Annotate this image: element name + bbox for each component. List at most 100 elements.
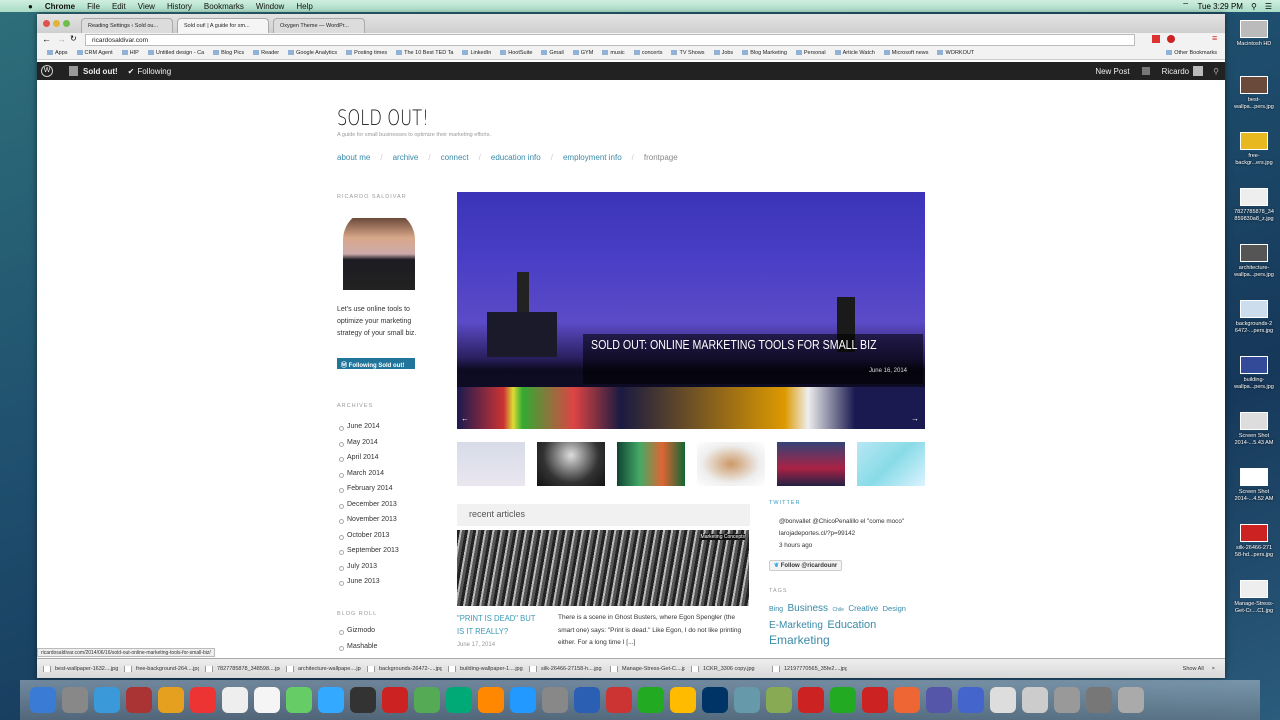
dock-app-icon[interactable] xyxy=(350,687,376,713)
dock-app-icon[interactable] xyxy=(862,687,888,713)
nav-archive[interactable]: archive xyxy=(393,153,419,162)
bookmark-apps[interactable]: Apps xyxy=(47,50,68,56)
search-icon[interactable]: ⚲ xyxy=(1213,67,1219,76)
show-all-downloads-button[interactable]: Show All xyxy=(1183,666,1204,672)
desktop-file[interactable]: free-backgr...ers.jpg xyxy=(1232,132,1276,167)
dock-app-icon[interactable] xyxy=(286,687,312,713)
bookmark[interactable]: Reader xyxy=(253,50,279,56)
back-icon[interactable]: ← xyxy=(42,34,51,44)
zoom-window-button[interactable] xyxy=(63,20,70,27)
slider-thumbnail[interactable] xyxy=(857,442,925,486)
archive-item[interactable]: April 2014 xyxy=(337,454,399,470)
desktop-file[interactable]: 7827785878_34 859830a8_z.jpg xyxy=(1232,188,1276,223)
dock-app-icon[interactable] xyxy=(958,687,984,713)
dock-app-icon[interactable] xyxy=(574,687,600,713)
nav-education-info[interactable]: education info xyxy=(491,153,541,162)
tweet-text[interactable]: @bonvallet @ChicoPenalillo el "come moco… xyxy=(779,518,904,537)
download-item[interactable]: 7827785878_348598....jpg xyxy=(199,665,280,672)
blogroll-item[interactable]: Mashable xyxy=(337,643,377,659)
dock-app-icon[interactable] xyxy=(190,687,216,713)
download-item[interactable]: best-wallpaper-1632....jpg xyxy=(37,665,118,672)
desktop-file[interactable]: Manage-Stress-Get-Cr....C1.jpg xyxy=(1232,580,1276,615)
dock-app-icon[interactable] xyxy=(766,687,792,713)
bookmark[interactable]: Blog Pics xyxy=(213,50,244,56)
dock-app-icon[interactable] xyxy=(926,687,952,713)
bookmark[interactable]: HootSuite xyxy=(500,50,532,56)
user-menu[interactable]: Ricardo xyxy=(1162,67,1190,76)
bookmark[interactable]: Posting times xyxy=(346,50,387,56)
dock-app-icon[interactable] xyxy=(510,687,536,713)
slider-prev-button[interactable]: ← xyxy=(461,414,469,423)
follow-blog-button[interactable]: Ⓦ Following Sold out! xyxy=(337,358,415,369)
download-item[interactable]: architecture-wallpape....jpg xyxy=(280,665,361,672)
tag[interactable]: Bing xyxy=(769,606,783,613)
dock-app-icon[interactable] xyxy=(446,687,472,713)
dock-app-icon[interactable] xyxy=(1086,687,1112,713)
bookmark[interactable]: Gmail xyxy=(541,50,563,56)
apple-icon[interactable]: ● xyxy=(28,2,33,11)
adblock-icon[interactable] xyxy=(1167,35,1175,43)
desktop-file[interactable]: silk-26466-271 58-hd...pers.jpg xyxy=(1232,524,1276,559)
clock[interactable]: Tue 3:29 PM xyxy=(1197,2,1243,11)
tab-reading-settings[interactable]: Reading Settings ‹ Sold ou... xyxy=(81,18,173,33)
address-bar[interactable]: ricardosaldivar.com xyxy=(85,34,1135,46)
dock-app-icon[interactable] xyxy=(62,687,88,713)
twitter-follow-button[interactable]: ❦ Follow @ricardounr xyxy=(769,560,843,571)
download-item[interactable]: free-background-264....jpg xyxy=(118,665,199,672)
nav-frontpage[interactable]: frontpage xyxy=(644,153,678,162)
slider-thumbnail[interactable] xyxy=(617,442,685,486)
dock-app-icon[interactable] xyxy=(158,687,184,713)
tag[interactable]: Chile xyxy=(833,607,844,613)
slider-next-button[interactable]: → xyxy=(911,414,919,423)
nav-employment-info[interactable]: employment info xyxy=(563,153,622,162)
bookmark[interactable]: The 10 Best TED Ta xyxy=(396,50,453,56)
chrome-menu-icon[interactable]: ≡ xyxy=(1212,33,1217,43)
nav-connect[interactable]: connect xyxy=(441,153,469,162)
minimize-window-button[interactable] xyxy=(53,20,60,27)
tag[interactable]: Creative xyxy=(848,604,878,613)
bookmark[interactable]: GYM xyxy=(573,50,594,56)
nav-about-me[interactable]: about me xyxy=(337,153,370,162)
tweet-time[interactable]: 3 hours ago xyxy=(779,542,812,549)
user-avatar[interactable] xyxy=(1193,66,1204,76)
desktop-file[interactable]: Macintosh HD xyxy=(1232,20,1276,48)
archive-item[interactable]: December 2013 xyxy=(337,501,399,517)
bookmark[interactable]: concerts xyxy=(634,50,663,56)
dock-app-icon[interactable] xyxy=(478,687,504,713)
dock-app-icon[interactable] xyxy=(1118,687,1144,713)
dock-app-icon[interactable] xyxy=(894,687,920,713)
spotlight-icon[interactable]: ⚲ xyxy=(1251,2,1257,11)
archive-item[interactable]: February 2014 xyxy=(337,485,399,501)
dock-app-icon[interactable] xyxy=(254,687,280,713)
bookmark[interactable]: Personal xyxy=(796,50,826,56)
bookmark[interactable]: CRM Agent xyxy=(77,50,113,56)
archive-item[interactable]: March 2014 xyxy=(337,470,399,486)
wifi-icon[interactable]: ⌔ xyxy=(1182,1,1190,11)
dock-app-icon[interactable] xyxy=(94,687,120,713)
menu-app[interactable]: Chrome xyxy=(45,2,75,11)
dock-app-icon[interactable] xyxy=(990,687,1016,713)
following-link[interactable]: Following xyxy=(137,67,171,76)
close-downloads-icon[interactable]: × xyxy=(1212,666,1215,672)
forward-icon[interactable]: → xyxy=(57,34,66,44)
notifications-icon[interactable]: ☰ xyxy=(1265,2,1272,11)
dock-app-icon[interactable] xyxy=(830,687,856,713)
download-item[interactable]: building-wallpaper-1....jpg xyxy=(442,665,523,672)
archive-item[interactable]: November 2013 xyxy=(337,516,399,532)
download-item[interactable]: 12197770565_35fe2....jpg xyxy=(766,665,847,672)
bookmark[interactable]: LinkedIn xyxy=(462,50,491,56)
download-item[interactable]: silk-26466-27158-h....jpg xyxy=(523,665,604,672)
dock-app-icon[interactable] xyxy=(382,687,408,713)
wordpress-logo-icon[interactable]: W xyxy=(41,65,53,77)
dock-app-icon[interactable] xyxy=(318,687,344,713)
bookmark[interactable]: Jobs xyxy=(714,50,734,56)
menu-help[interactable]: Help xyxy=(296,2,312,11)
article-title[interactable]: "PRINT IS DEAD" BUT IS IT REALLY? xyxy=(457,612,540,638)
menu-file[interactable]: File xyxy=(87,2,100,11)
dock-app-icon[interactable] xyxy=(734,687,760,713)
bookmark[interactable]: Microsoft news xyxy=(884,50,929,56)
desktop-file[interactable]: Screen Shot 2014-...5.43 AM xyxy=(1232,412,1276,447)
new-post-link[interactable]: New Post xyxy=(1095,67,1129,76)
tag[interactable]: Business xyxy=(787,603,828,614)
article-image[interactable]: Marketing Concepts xyxy=(457,530,749,606)
